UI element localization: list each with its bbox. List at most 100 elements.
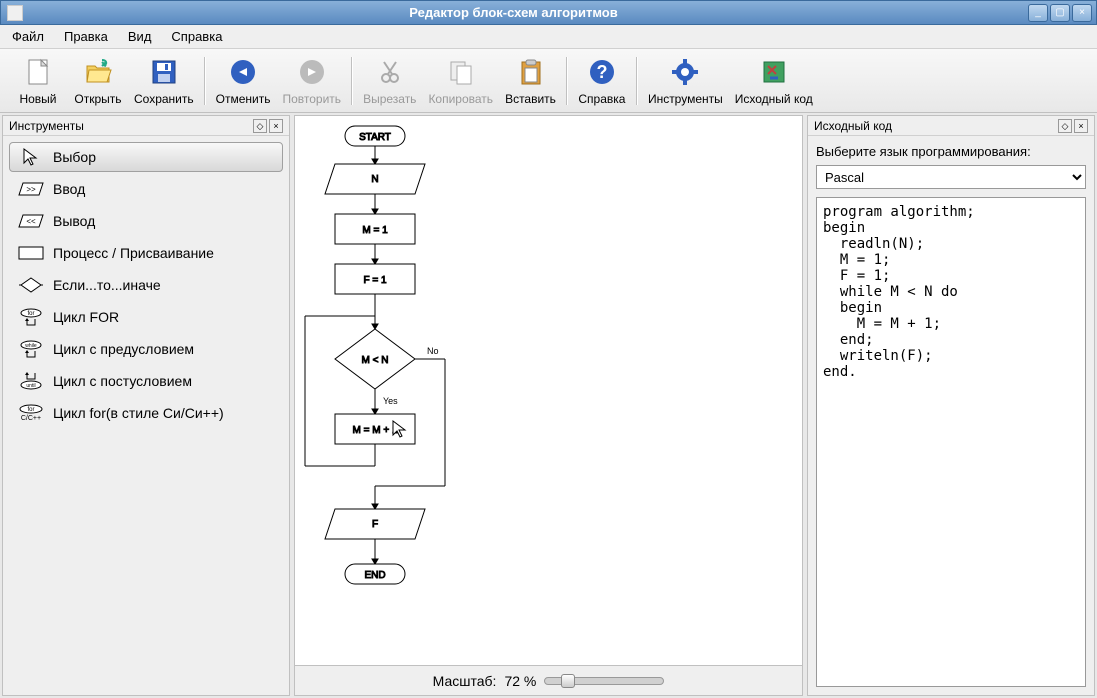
copy-button: Копировать xyxy=(422,54,499,108)
menu-help[interactable]: Справка xyxy=(167,27,226,46)
toolbar-separator xyxy=(636,57,638,105)
toolbar: Новый Открыть Сохранить Отменить Повтори… xyxy=(0,49,1097,113)
rect-icon xyxy=(17,244,45,262)
open-folder-icon xyxy=(82,56,114,88)
redo-label: Повторить xyxy=(282,92,341,106)
tool-ifelse[interactable]: Если...то...иначе xyxy=(9,270,283,300)
source-panel: Исходный код ◇ × Выберите язык программи… xyxy=(807,115,1095,696)
zoom-slider[interactable] xyxy=(544,677,664,685)
tools-button[interactable]: Инструменты xyxy=(642,54,729,108)
tool-output-label: Вывод xyxy=(53,213,95,229)
cfor-loop-icon: forC/C++ xyxy=(17,404,45,422)
new-file-icon xyxy=(22,56,54,88)
tool-while[interactable]: while Цикл с предусловием xyxy=(9,334,283,364)
save-button[interactable]: Сохранить xyxy=(128,54,200,108)
tool-select[interactable]: Выбор xyxy=(9,142,283,172)
tool-select-label: Выбор xyxy=(53,149,96,165)
window-title: Редактор блок-схем алгоритмов xyxy=(0,5,1028,20)
fc-output-f: F xyxy=(372,519,378,530)
tool-while-label: Цикл с предусловием xyxy=(53,341,194,357)
undo-label: Отменить xyxy=(216,92,271,106)
tool-list: Выбор >> Ввод << Вывод Процесс / Присваи… xyxy=(3,136,289,436)
source-code-icon xyxy=(758,56,790,88)
panel-float-button[interactable]: ◇ xyxy=(253,119,267,133)
flowchart-svg: START N M = 1 F = 1 xyxy=(295,116,803,636)
help-label: Справка xyxy=(578,92,625,106)
paste-label: Вставить xyxy=(505,92,556,106)
minimize-button[interactable]: _ xyxy=(1028,4,1048,22)
menu-edit[interactable]: Правка xyxy=(60,27,112,46)
new-button[interactable]: Новый xyxy=(8,54,68,108)
titlebar: Редактор блок-схем алгоритмов _ ▢ × xyxy=(0,0,1097,25)
gear-icon xyxy=(669,56,701,88)
tool-for[interactable]: for Цикл FOR xyxy=(9,302,283,332)
save-label: Сохранить xyxy=(134,92,194,106)
source-code-box[interactable]: program algorithm; begin readln(N); M = … xyxy=(816,197,1086,687)
panel-close-button[interactable]: × xyxy=(1074,119,1088,133)
svg-text:until: until xyxy=(26,383,35,389)
source-button[interactable]: Исходный код xyxy=(729,54,819,108)
fc-inc: M = M + 1 xyxy=(352,425,397,436)
source-panel-header: Исходный код ◇ × xyxy=(808,116,1094,136)
svg-text:<<: << xyxy=(26,217,36,226)
menu-view[interactable]: Вид xyxy=(124,27,156,46)
tool-output[interactable]: << Вывод xyxy=(9,206,283,236)
open-button[interactable]: Открыть xyxy=(68,54,128,108)
tool-process[interactable]: Процесс / Присваивание xyxy=(9,238,283,268)
tool-until-label: Цикл с постусловием xyxy=(53,373,192,389)
svg-text:>>: >> xyxy=(26,185,36,194)
svg-text:C/C++: C/C++ xyxy=(21,415,41,422)
tools-panel-header: Инструменты ◇ × xyxy=(3,116,289,136)
language-label: Выберите язык программирования: xyxy=(816,144,1086,159)
copy-icon xyxy=(445,56,477,88)
canvas-area: START N M = 1 F = 1 xyxy=(294,115,803,696)
language-row: Выберите язык программирования: Pascal xyxy=(808,136,1094,197)
paste-button[interactable]: Вставить xyxy=(499,54,562,108)
cut-button: Вырезать xyxy=(357,54,422,108)
tools-label: Инструменты xyxy=(648,92,723,106)
cursor-icon xyxy=(17,148,45,166)
zoom-value: 72 % xyxy=(504,673,536,689)
toolbar-separator xyxy=(351,57,353,105)
panel-float-button[interactable]: ◇ xyxy=(1058,119,1072,133)
open-label: Открыть xyxy=(74,92,121,106)
redo-button: Повторить xyxy=(276,54,347,108)
fc-yes-label: Yes xyxy=(383,396,398,406)
fc-cond: M < N xyxy=(362,355,389,366)
flowchart-canvas[interactable]: START N M = 1 F = 1 xyxy=(294,115,803,666)
panel-close-button[interactable]: × xyxy=(269,119,283,133)
tool-process-label: Процесс / Присваивание xyxy=(53,245,214,261)
tool-cfor[interactable]: forC/C++ Цикл for(в стиле Си/Си++) xyxy=(9,398,283,428)
menu-file[interactable]: Файл xyxy=(8,27,48,46)
close-button[interactable]: × xyxy=(1072,4,1092,22)
until-loop-icon: until xyxy=(17,372,45,390)
new-label: Новый xyxy=(19,92,56,106)
tool-cfor-label: Цикл for(в стиле Си/Си++) xyxy=(53,405,224,421)
tool-until[interactable]: until Цикл с постусловием xyxy=(9,366,283,396)
tool-input[interactable]: >> Ввод xyxy=(9,174,283,204)
tool-ifelse-label: Если...то...иначе xyxy=(53,277,161,293)
parallelogram-in-icon: >> xyxy=(17,180,45,198)
zoom-label: Масштаб: xyxy=(433,673,497,689)
zoom-slider-thumb[interactable] xyxy=(561,674,575,688)
save-floppy-icon xyxy=(148,56,180,88)
tool-for-label: Цикл FOR xyxy=(53,309,119,325)
diamond-icon xyxy=(17,276,45,294)
paste-clipboard-icon xyxy=(515,56,547,88)
help-question-icon: ? xyxy=(586,56,618,88)
fc-no-label: No xyxy=(427,346,439,356)
tools-panel: Инструменты ◇ × Выбор >> Ввод << Вывод П… xyxy=(2,115,290,696)
tool-input-label: Ввод xyxy=(53,181,85,197)
zoom-bar: Масштаб: 72 % xyxy=(294,666,803,696)
source-panel-title: Исходный код xyxy=(814,119,892,133)
parallelogram-out-icon: << xyxy=(17,212,45,230)
fc-start: START xyxy=(359,132,391,143)
undo-arrow-icon xyxy=(227,56,259,88)
language-select[interactable]: Pascal xyxy=(816,165,1086,189)
fc-f1: F = 1 xyxy=(363,275,387,286)
maximize-button[interactable]: ▢ xyxy=(1050,4,1070,22)
for-loop-icon: for xyxy=(17,308,45,326)
help-button[interactable]: ? Справка xyxy=(572,54,632,108)
toolbar-separator xyxy=(204,57,206,105)
undo-button[interactable]: Отменить xyxy=(210,54,277,108)
